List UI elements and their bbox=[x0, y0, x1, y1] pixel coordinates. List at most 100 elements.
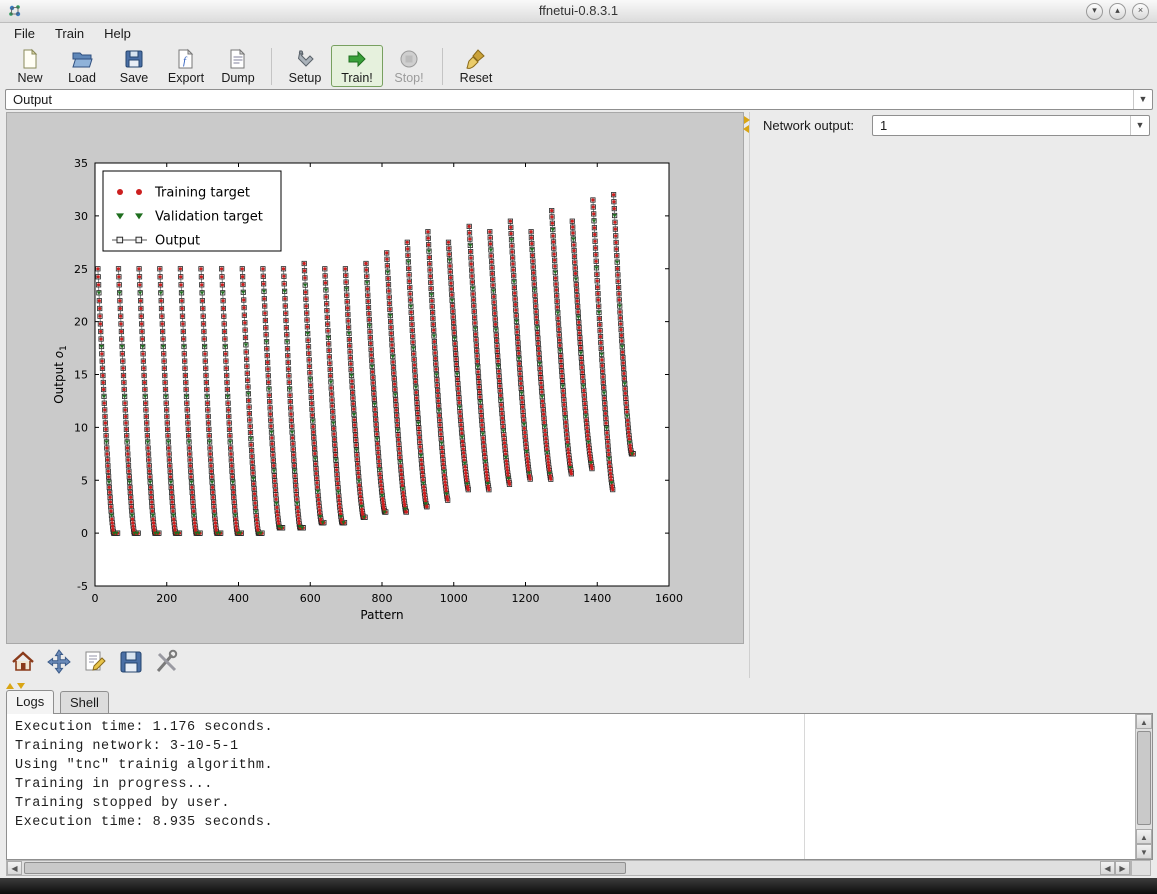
save-floppy-icon bbox=[123, 47, 145, 70]
dump-button[interactable]: Dump bbox=[212, 45, 264, 87]
scroll-down-icon[interactable]: ▼ bbox=[1136, 844, 1152, 859]
svg-text:0: 0 bbox=[81, 527, 88, 540]
network-output-value: 1 bbox=[880, 116, 887, 135]
toolbar-button-label: Reset bbox=[460, 71, 493, 85]
stop-button[interactable]: Stop! bbox=[383, 45, 435, 87]
configure-icon bbox=[154, 663, 180, 678]
svg-text:0: 0 bbox=[92, 592, 99, 605]
scrollbar-corner bbox=[1131, 860, 1151, 876]
svg-text:Output: Output bbox=[155, 234, 200, 249]
plot-configure-button[interactable] bbox=[154, 649, 180, 675]
panel-divider bbox=[749, 112, 750, 678]
window-title: ffnetui-0.8.3.1 bbox=[0, 3, 1157, 18]
scroll-left-icon[interactable]: ◀ bbox=[1100, 861, 1115, 875]
svg-text:800: 800 bbox=[372, 592, 393, 605]
toolbar-button-label: Train! bbox=[341, 71, 373, 85]
window-unshade-button[interactable]: ▴ bbox=[1109, 3, 1126, 20]
network-output-combobox[interactable]: 1 ▼ bbox=[872, 115, 1150, 136]
svg-text:Validation target: Validation target bbox=[155, 210, 263, 225]
svg-text:15: 15 bbox=[74, 369, 88, 382]
plot-pan-button[interactable] bbox=[46, 649, 72, 675]
toolbar-button-label: New bbox=[17, 71, 42, 85]
log-text-area[interactable]: Execution time: 1.176 seconds. Training … bbox=[15, 718, 1132, 857]
svg-text:5: 5 bbox=[81, 474, 88, 487]
pan-icon bbox=[46, 663, 72, 678]
svg-text:Pattern: Pattern bbox=[360, 608, 403, 622]
title-bar[interactable]: ffnetui-0.8.3.1 ▾ ▴ × bbox=[0, 0, 1157, 23]
svg-text:25: 25 bbox=[74, 263, 88, 276]
menu-train[interactable]: Train bbox=[45, 23, 94, 44]
dump-icon bbox=[227, 47, 249, 70]
plot-canvas[interactable]: 0 200 400 600 800 1000 1200 1400 1600 -5 0 5 10 15 20 2… bbox=[6, 112, 744, 644]
svg-text:10: 10 bbox=[74, 421, 88, 434]
window-close-button[interactable]: × bbox=[1132, 3, 1149, 20]
export-button[interactable]: fExport bbox=[160, 45, 212, 87]
svg-text:1200: 1200 bbox=[512, 592, 540, 605]
tab-logs[interactable]: Logs bbox=[6, 690, 54, 714]
setup-button[interactable]: Setup bbox=[279, 45, 331, 87]
scroll-right-icon[interactable]: ▶ bbox=[1115, 861, 1130, 875]
plot-type-value: Output bbox=[13, 90, 52, 109]
plot-edit-button[interactable] bbox=[82, 649, 108, 675]
toolbar-button-label: Save bbox=[120, 71, 149, 85]
toolbar-button-label: Load bbox=[68, 71, 96, 85]
setup-wrench-icon bbox=[294, 47, 316, 70]
toolbar: New Load Save fExport Dump Setup Train! Stop! Re… bbox=[0, 44, 1157, 88]
save-icon bbox=[118, 663, 144, 678]
toolbar-button-label: Setup bbox=[289, 71, 322, 85]
log-vertical-scrollbar[interactable]: ▲ ▲ ▼ bbox=[1135, 714, 1152, 859]
vertical-splitter-handle[interactable] bbox=[742, 115, 752, 137]
reset-broom-icon bbox=[465, 47, 487, 70]
svg-text:30: 30 bbox=[74, 210, 88, 223]
log-lines: Execution time: 1.176 seconds. Training … bbox=[15, 718, 1132, 832]
menu-help[interactable]: Help bbox=[94, 23, 141, 44]
chevron-down-icon[interactable]: ▼ bbox=[1133, 90, 1152, 109]
plot-save-button[interactable] bbox=[118, 649, 144, 675]
svg-text:Training target: Training target bbox=[154, 186, 250, 201]
toolbar-button-label: Dump bbox=[221, 71, 254, 85]
vertical-scroll-thumb[interactable] bbox=[1137, 731, 1151, 825]
plot-type-combobox[interactable]: Output ▼ bbox=[5, 89, 1153, 110]
tab-shell[interactable]: Shell bbox=[60, 691, 109, 714]
reset-button[interactable]: Reset bbox=[450, 45, 502, 87]
stop-icon bbox=[398, 47, 420, 70]
train-arrow-icon bbox=[346, 47, 368, 70]
toolbar-separator bbox=[442, 48, 443, 85]
toolbar-button-label: Stop! bbox=[394, 71, 423, 85]
edit-icon bbox=[82, 663, 108, 678]
log-horizontal-scrollbar[interactable]: ◀ ◀ ▶ bbox=[6, 860, 1131, 876]
svg-text:20: 20 bbox=[74, 316, 88, 329]
plot-home-button[interactable] bbox=[10, 649, 36, 675]
menu-file[interactable]: File bbox=[4, 23, 45, 44]
window-shade-button[interactable]: ▾ bbox=[1086, 3, 1103, 20]
network-output-label: Network output: bbox=[763, 118, 854, 133]
horizontal-scroll-thumb[interactable] bbox=[24, 862, 626, 874]
train-button[interactable]: Train! bbox=[331, 45, 383, 87]
scroll-up-icon[interactable]: ▲ bbox=[1136, 829, 1152, 844]
svg-text:35: 35 bbox=[74, 157, 88, 170]
chevron-down-icon[interactable]: ▼ bbox=[1130, 116, 1149, 135]
scroll-left-icon[interactable]: ◀ bbox=[7, 861, 22, 875]
svg-text:1000: 1000 bbox=[440, 592, 468, 605]
svg-text:1400: 1400 bbox=[583, 592, 611, 605]
save-button[interactable]: Save bbox=[108, 45, 160, 87]
log-panel: Execution time: 1.176 seconds. Training … bbox=[6, 713, 1153, 860]
svg-text:-5: -5 bbox=[77, 580, 88, 593]
toolbar-separator bbox=[271, 48, 272, 85]
log-text-boundary bbox=[804, 714, 805, 859]
load-button[interactable]: Load bbox=[56, 45, 108, 87]
scroll-up-icon[interactable]: ▲ bbox=[1136, 714, 1152, 729]
svg-text:400: 400 bbox=[228, 592, 249, 605]
new-file-icon bbox=[19, 47, 41, 70]
open-folder-icon bbox=[71, 47, 93, 70]
toolbar-button-label: Export bbox=[168, 71, 204, 85]
svg-text:600: 600 bbox=[300, 592, 321, 605]
home-icon bbox=[10, 663, 36, 678]
svg-text:1600: 1600 bbox=[655, 592, 683, 605]
plot-toolbar bbox=[10, 647, 180, 677]
window-bottom-edge bbox=[0, 878, 1157, 894]
svg-text:200: 200 bbox=[156, 592, 177, 605]
export-icon: f bbox=[175, 47, 197, 70]
menu-bar: FileTrainHelp bbox=[0, 23, 1157, 44]
new-button[interactable]: New bbox=[4, 45, 56, 87]
